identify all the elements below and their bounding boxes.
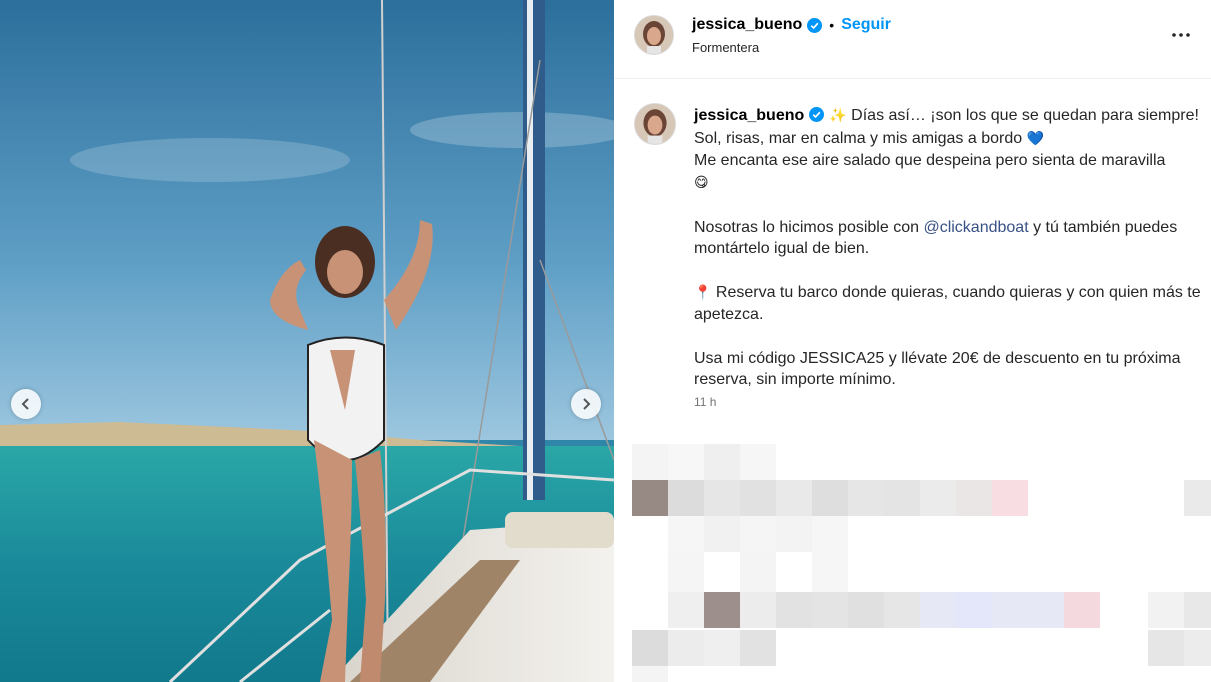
caption-username-link[interactable]: jessica_bueno [694,107,804,124]
chevron-right-icon [583,398,591,410]
pin-icon: 📍 [694,284,712,301]
caption-text-span: Reserva tu barco donde quieras, cuando q… [694,283,1201,324]
caption-paragraph-3: 📍 Reserva tu barco donde quieras, cuando… [694,282,1202,326]
header-user-row: jessica_bueno • Seguir [692,16,891,34]
caption-paragraph-1: jessica_bueno ✨ Días así… ¡son los que se… [694,105,1202,195]
chevron-left-icon [21,398,29,410]
avatar[interactable] [634,15,674,55]
caption-text-span: Usa mi código JESSICA25 y llévate 20€ de… [694,349,1181,389]
caption-line-2: Sol, risas, mar en calma y mis amigas a … [694,129,1023,147]
post-details-panel: jessica_bueno • Seguir Formentera jessic… [614,0,1211,682]
blue-heart-icon: 💙 [1026,130,1045,147]
profile-picture [635,104,675,144]
post-timestamp[interactable]: 11 h [694,395,716,409]
caption-text: jessica_bueno ✨ Días así… ¡son los que se… [694,105,1202,391]
caption-line-1: Días así… ¡son los que se quedan para si… [851,107,1199,124]
profile-picture [635,16,673,54]
separator-dot: • [829,17,835,33]
more-options-icon [1172,33,1190,37]
location-link[interactable]: Formentera [692,40,759,55]
caption-text-span: Nosotras lo hicimos posible con [694,218,919,236]
follow-button[interactable]: Seguir [841,16,891,34]
username-link[interactable]: jessica_bueno [692,16,802,34]
caption-line-3: Me encanta ese aire salado que despeina … [694,152,1166,170]
caption-paragraph-4: Usa mi código JESSICA25 y llévate 20€ de… [694,348,1202,391]
mention-link[interactable]: @clickandboat [923,219,1028,236]
sparkles-icon: ✨ [829,108,847,124]
verified-badge-icon [807,17,823,33]
verified-badge-icon [809,107,825,122]
sailboat-photo [0,0,614,682]
post-header: jessica_bueno • Seguir Formentera [614,0,1211,79]
caption-avatar[interactable] [634,103,676,145]
post-photo[interactable] [0,0,614,682]
obscured-comments [632,444,1211,682]
caption-paragraph-2: Nosotras lo hicimos posible con @clickan… [694,217,1202,260]
carousel-next-button[interactable] [571,389,601,419]
carousel-prev-button[interactable] [11,389,41,419]
yum-face-icon: 😋 [694,175,709,192]
more-options-button[interactable] [1169,25,1193,45]
